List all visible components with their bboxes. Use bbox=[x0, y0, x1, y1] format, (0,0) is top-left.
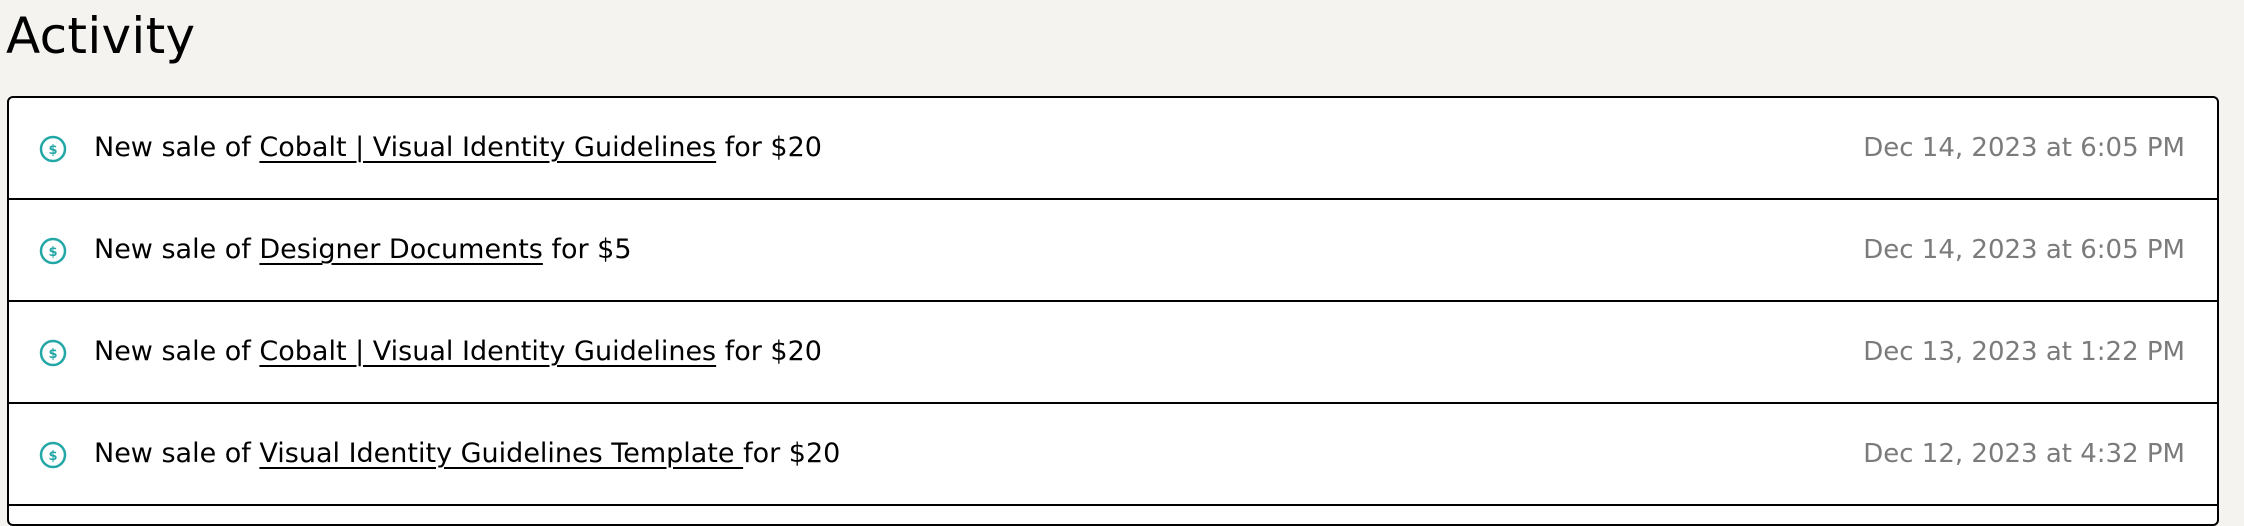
svg-text:$: $ bbox=[48, 245, 57, 260]
svg-text:$: $ bbox=[48, 347, 57, 362]
sale-prefix: New sale of bbox=[94, 336, 260, 367]
sale-timestamp: Dec 14, 2023 at 6:05 PM bbox=[1863, 235, 2185, 265]
activity-list: $ New sale of Cobalt | Visual Identity G… bbox=[7, 96, 2219, 526]
product-link[interactable]: Cobalt | Visual Identity Guidelines bbox=[259, 336, 716, 367]
sale-prefix: New sale of bbox=[94, 234, 260, 265]
activity-row[interactable]: $ New sale of Designer Documents for $5 … bbox=[9, 200, 2217, 302]
product-link[interactable]: Visual Identity Guidelines Template bbox=[259, 438, 743, 469]
sale-amount: for $5 bbox=[542, 234, 632, 265]
activity-text: New sale of Cobalt | Visual Identity Gui… bbox=[94, 302, 822, 402]
dollar-circle-icon: $ bbox=[39, 441, 67, 469]
activity-row[interactable]: $ New sale of Visual Identity Guidelines… bbox=[9, 404, 2217, 506]
dollar-circle-icon: $ bbox=[39, 339, 67, 367]
activity-row[interactable]: $ New sale of Cobalt | Visual Identity G… bbox=[9, 302, 2217, 404]
dollar-circle-icon: $ bbox=[39, 135, 67, 163]
activity-text: New sale of Cobalt | Visual Identity Gui… bbox=[94, 98, 822, 198]
sale-timestamp: Dec 12, 2023 at 4:32 PM bbox=[1863, 439, 2185, 469]
activity-text: New sale of Designer Documents for $5 bbox=[94, 200, 632, 300]
svg-text:$: $ bbox=[48, 143, 57, 158]
sale-prefix: New sale of bbox=[94, 132, 260, 163]
sale-prefix: New sale of bbox=[94, 438, 260, 469]
activity-row[interactable]: $ New sale of Cobalt | Visual Identity G… bbox=[9, 98, 2217, 200]
product-link[interactable]: Designer Documents bbox=[259, 234, 542, 265]
sale-amount: for $20 bbox=[716, 132, 822, 163]
page-title: Activity bbox=[6, 7, 196, 65]
svg-text:$: $ bbox=[48, 449, 57, 464]
sale-amount: for $20 bbox=[743, 438, 841, 469]
sale-amount: for $20 bbox=[716, 336, 822, 367]
activity-text: New sale of Visual Identity Guidelines T… bbox=[94, 404, 840, 504]
sale-timestamp: Dec 13, 2023 at 1:22 PM bbox=[1863, 337, 2185, 367]
product-link[interactable]: Cobalt | Visual Identity Guidelines bbox=[259, 132, 716, 163]
dollar-circle-icon: $ bbox=[39, 237, 67, 265]
sale-timestamp: Dec 14, 2023 at 6:05 PM bbox=[1863, 133, 2185, 163]
